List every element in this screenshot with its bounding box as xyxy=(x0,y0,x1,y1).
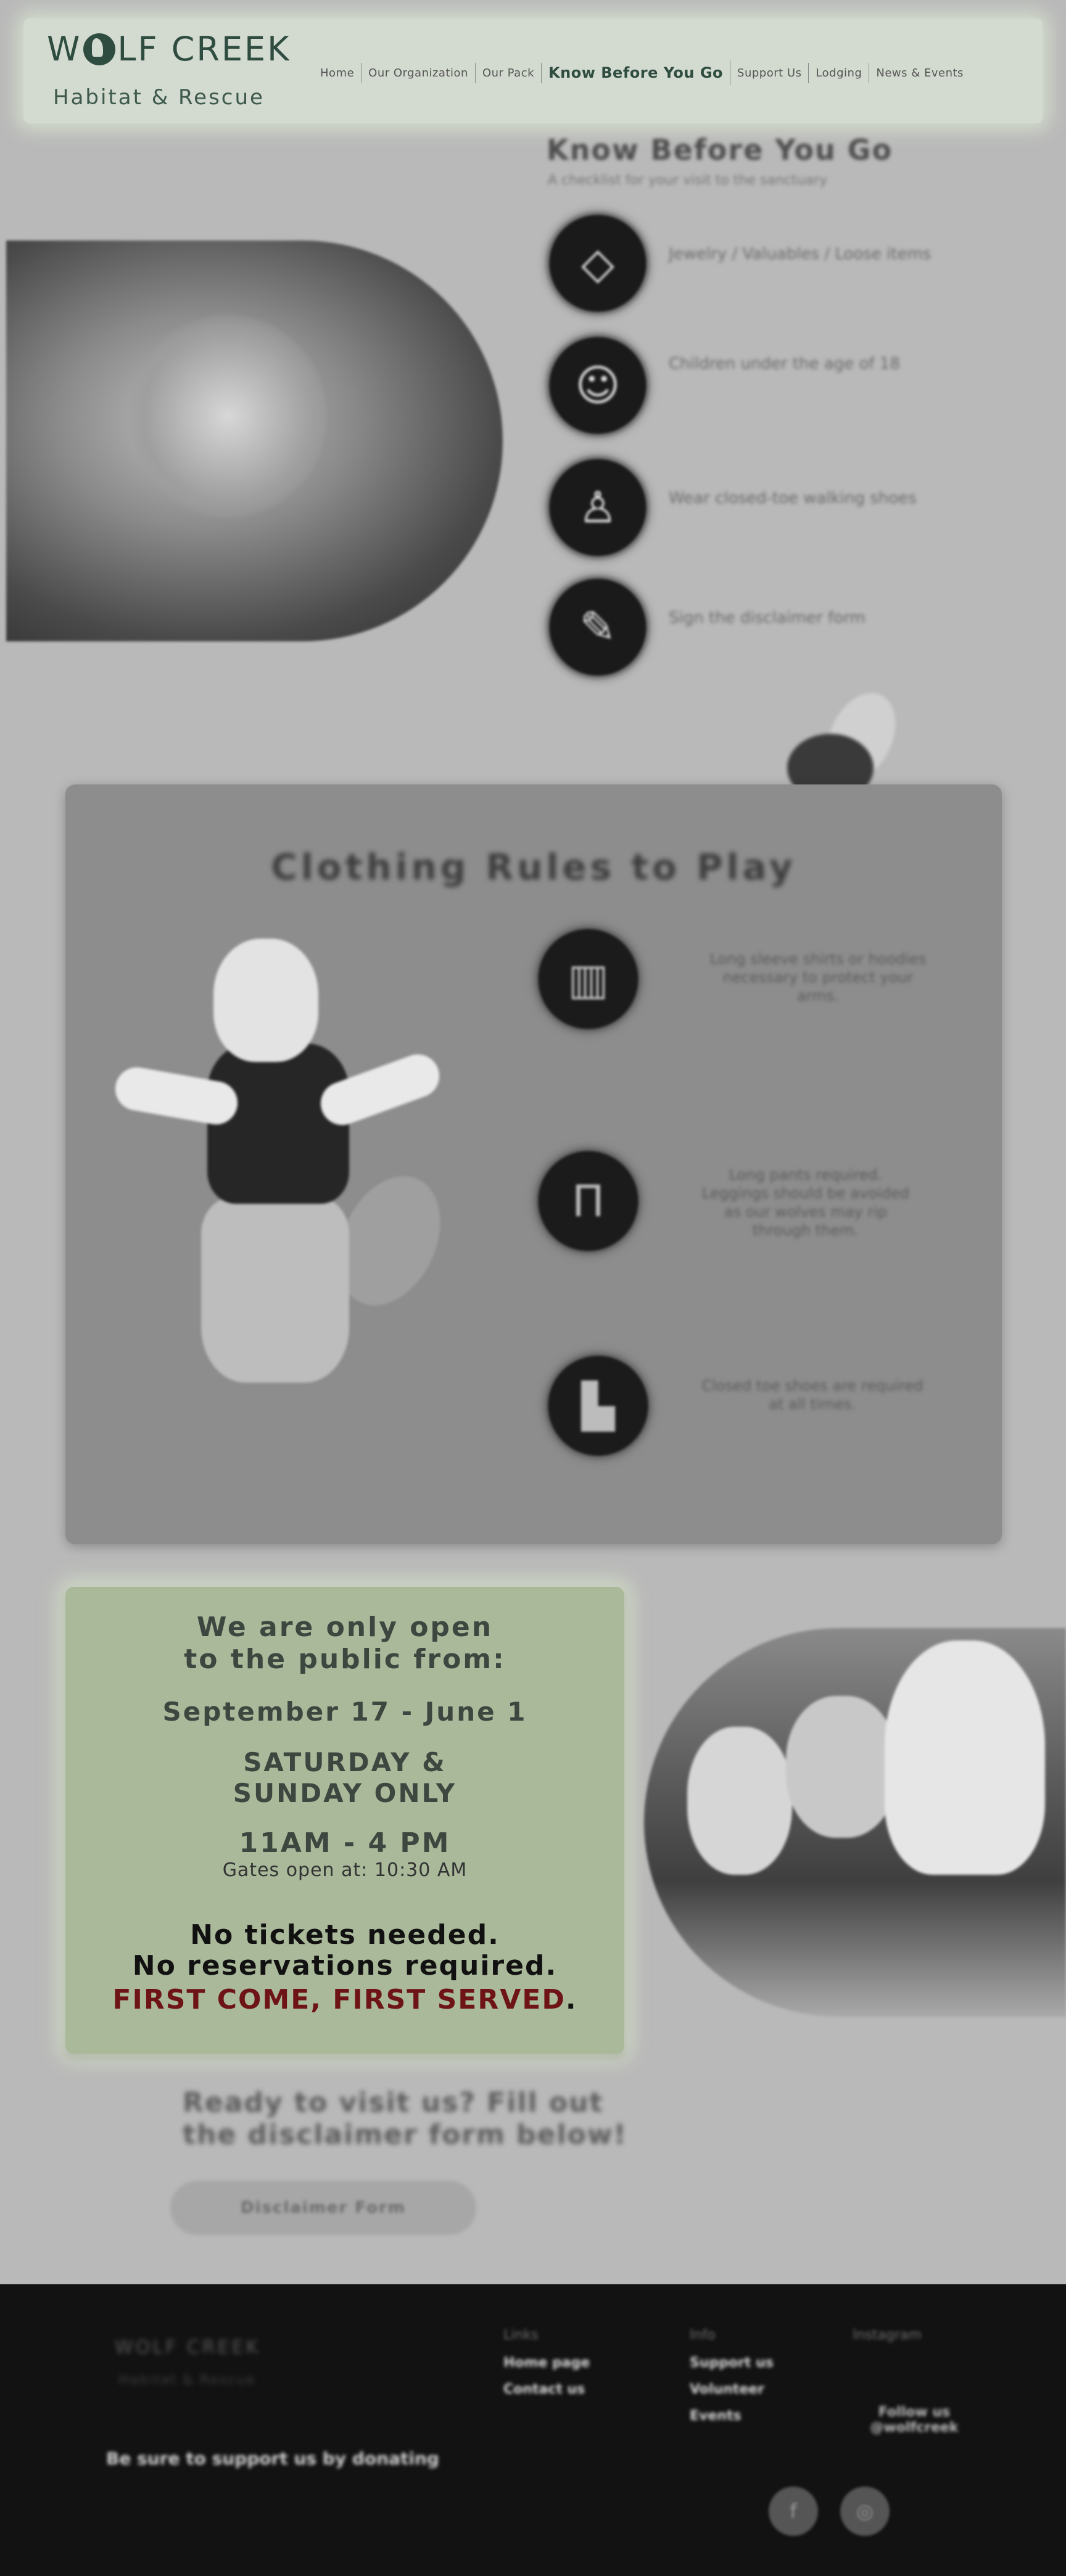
section-title: Know Before You Go xyxy=(547,133,893,167)
footer-tagline: Be sure to support us by donating xyxy=(106,2448,439,2469)
logo-subtitle: Habitat & Rescue xyxy=(53,85,265,110)
site-footer: WOLF CREEK Habitat & Rescue Be sure to s… xyxy=(0,2284,1066,2576)
site-logo[interactable]: W LF CREEK xyxy=(47,30,291,68)
hours-card: We are only open to the public from: Sep… xyxy=(65,1587,624,2054)
checklist-item: ✎ Sign the disclaimer form xyxy=(545,575,1039,680)
footer-info-column: Info Support us Volunteer Events xyxy=(690,2327,774,2435)
child-icon: ☺ xyxy=(545,333,650,438)
open-period-label: We are only open to the public from: xyxy=(184,1611,506,1675)
footer-column-heading: Links xyxy=(503,2327,539,2343)
footer-links-column: Links Home page Contact us xyxy=(503,2327,590,2408)
facebook-icon[interactable]: f xyxy=(769,2487,818,2536)
clothing-rule: Π Long pants required. Leggings should b… xyxy=(534,1147,1066,1264)
footer-link-events[interactable]: Events xyxy=(690,2408,774,2424)
ready-to-visit-text: Ready to visit us? Fill out the disclaim… xyxy=(183,2087,627,2150)
footer-column-heading: Instagram xyxy=(853,2327,922,2343)
open-dates: September 17 - June 1 xyxy=(162,1697,527,1727)
reservations-line: No reservations required. xyxy=(132,1950,558,1981)
nav-home[interactable]: Home xyxy=(313,62,362,83)
logo-text-start: W xyxy=(47,30,82,68)
footer-link-support[interactable]: Support us xyxy=(690,2355,774,2371)
instagram-icon[interactable]: ◎ xyxy=(840,2487,890,2536)
clothing-rule: ▙ Closed toe shoes are required at all t… xyxy=(544,1352,1066,1469)
clothing-rule: ▥ Long sleeve shirts or hoodies necessar… xyxy=(534,925,1066,1042)
nav-lodging[interactable]: Lodging xyxy=(809,62,870,83)
diamond-icon: ◇ xyxy=(545,211,650,316)
logo-text-end: LF CREEK xyxy=(117,30,291,68)
hiker-icon: ♙ xyxy=(545,455,650,560)
wolf-mascot-illustration xyxy=(112,926,460,1420)
first-come-punct: . xyxy=(565,1984,577,2015)
footer-logo[interactable]: WOLF CREEK xyxy=(115,2337,260,2358)
open-days: SATURDAY & SUNDAY ONLY xyxy=(233,1747,457,1808)
tickets-line: No tickets needed. xyxy=(190,1919,500,1951)
nav-our-pack[interactable]: Our Pack xyxy=(476,62,542,83)
first-come-text: FIRST COME, FIRST SERVED xyxy=(112,1984,566,2015)
tickets-info: No tickets needed. No reservations requi… xyxy=(65,1920,624,1981)
nav-know-before-you-go[interactable]: Know Before You Go xyxy=(542,60,731,85)
section-subtitle: A checklist for your visit to the sanctu… xyxy=(548,173,828,188)
visitors-with-wolf-photo xyxy=(644,1628,1066,2017)
clothing-rules-panel: Clothing Rules to Play ▥ Long sleeve shi… xyxy=(65,784,1002,1544)
footer-column-heading: Info xyxy=(690,2327,716,2343)
first-come-line: FIRST COME, FIRST SERVED. xyxy=(65,1984,624,2015)
main-nav: Home Our Organization Our Pack Know Befo… xyxy=(313,60,970,85)
pants-icon: Π xyxy=(534,1147,642,1255)
wolf-head-icon xyxy=(83,33,116,65)
checklist-item: ♙ Wear closed-toe walking shoes xyxy=(545,455,1039,560)
clothing-rule-text: Closed toe shoes are required at all tim… xyxy=(701,1377,923,1413)
form-icon: ✎ xyxy=(545,575,650,680)
shirt-icon: ▥ xyxy=(534,925,642,1033)
checklist-text: Jewelry / Valuables / Loose items xyxy=(669,245,932,263)
footer-link-contact[interactable]: Contact us xyxy=(503,2382,590,2397)
nav-news-events[interactable]: News & Events xyxy=(869,63,970,83)
checklist-text: Sign the disclaimer form xyxy=(669,609,866,627)
checklist-item: ☺ Children under the age of 18 xyxy=(545,333,1039,438)
checklist-text: Wear closed-toe walking shoes xyxy=(669,489,917,508)
disclaimer-form-button[interactable]: Disclaimer Form xyxy=(170,2181,476,2235)
footer-logo-subtitle: Habitat & Rescue xyxy=(118,2372,256,2388)
checklist-text: Children under the age of 18 xyxy=(669,355,900,373)
clothing-rule-text: Long sleeve shirts or hoodies necessary … xyxy=(709,950,927,1005)
site-header: W LF CREEK Habitat & Rescue Home Our Org… xyxy=(23,19,1043,123)
checklist-item: ◇ Jewelry / Valuables / Loose items xyxy=(545,211,1039,316)
gates-time: Gates open at: 10:30 AM xyxy=(222,1859,468,1881)
nav-support-us[interactable]: Support Us xyxy=(730,62,809,83)
open-hours: 11AM - 4 PM xyxy=(239,1827,451,1859)
footer-instagram-column: Instagram Follow us @wolfcreek xyxy=(853,2327,976,2446)
clothing-rule-text: Long pants required. Leggings should be … xyxy=(702,1166,909,1239)
instagram-handle[interactable]: Follow us @wolfcreek xyxy=(853,2405,976,2435)
clothing-title: Clothing Rules to Play xyxy=(271,846,796,888)
footer-link-home[interactable]: Home page xyxy=(503,2355,590,2371)
shoe-icon: ▙ xyxy=(544,1352,652,1460)
nav-our-organization[interactable]: Our Organization xyxy=(362,62,476,83)
footer-link-volunteer[interactable]: Volunteer xyxy=(690,2382,774,2397)
wolf-closeup-photo xyxy=(6,241,503,641)
